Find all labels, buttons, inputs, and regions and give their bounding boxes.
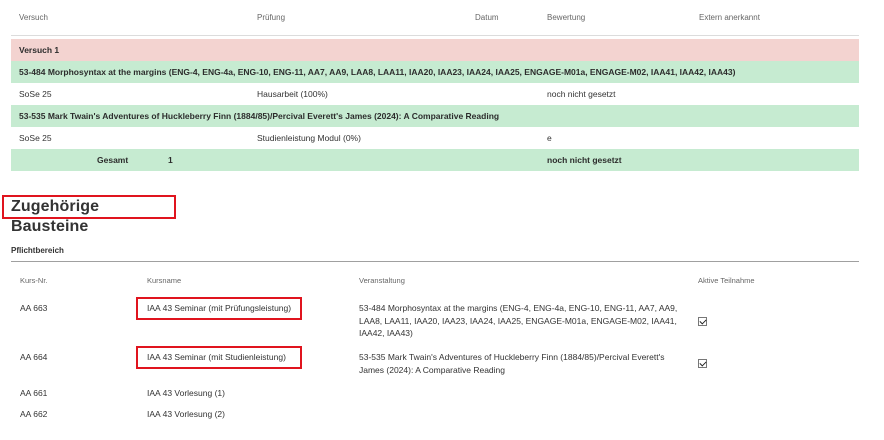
header-versuch: Versuch <box>19 13 48 22</box>
header-datum: Datum <box>475 13 499 22</box>
exam-type: Studienleistung Modul (0%) <box>257 133 361 143</box>
header-bewertung: Bewertung <box>547 13 586 22</box>
exam-grade: noch nicht gesetzt <box>547 89 616 99</box>
exam-grade: e <box>547 133 552 143</box>
exam-semester: SoSe 25 <box>19 133 52 143</box>
course-name[interactable]: IAA 43 Vorlesung (2) <box>147 408 225 421</box>
total-label: Gesamt <box>97 155 129 165</box>
header-kursnr: Kurs-Nr. <box>20 276 48 285</box>
grades-table: Versuch Prüfung Datum Bewertung Extern a… <box>11 0 859 171</box>
exam-type: Hausarbeit (100%) <box>257 89 328 99</box>
course-veranstaltung[interactable]: 53-484 Morphosyntax at the margins (ENG-… <box>359 302 689 340</box>
attempt-label: Versuch 1 <box>19 45 60 55</box>
course-name[interactable]: IAA 43 Seminar (mit Prüfungsleistung) <box>147 302 291 315</box>
module-title-row: 53-484 Morphosyntax at the margins (ENG-… <box>11 61 859 83</box>
aktive-teilnahme-checkbox[interactable] <box>698 317 707 326</box>
area-divider <box>11 261 859 262</box>
exam-semester: SoSe 25 <box>19 89 52 99</box>
header-pruefung: Prüfung <box>257 13 286 22</box>
course-nr: AA 661 <box>20 388 48 398</box>
header-kursname: Kursname <box>147 276 182 285</box>
course-veranstaltung[interactable]: 53-535 Mark Twain's Adventures of Huckle… <box>359 351 677 376</box>
course-name[interactable]: IAA 43 Vorlesung (1) <box>147 387 225 400</box>
total-row: Gesamt 1 noch nicht gesetzt <box>11 149 859 171</box>
total-grade: noch nicht gesetzt <box>547 155 622 165</box>
header-aktiv: Aktive Teilnahme <box>698 276 755 285</box>
course-nr: AA 664 <box>20 352 48 362</box>
exam-row: SoSe 25 Hausarbeit (100%) noch nicht ges… <box>11 83 859 105</box>
attempt-row: Versuch 1 <box>11 39 859 61</box>
course-name[interactable]: IAA 43 Seminar (mit Studienleistung) <box>147 351 286 364</box>
module-title-row: 53-535 Mark Twain's Adventures of Huckle… <box>11 105 859 127</box>
total-attempt: 1 <box>168 155 173 165</box>
aktive-teilnahme-checkbox[interactable] <box>698 359 707 368</box>
section-title: Zugehörige Bausteine <box>2 195 176 235</box>
header-veranstaltung: Veranstaltung <box>359 276 405 285</box>
course-nr: AA 662 <box>20 409 48 419</box>
header-extern: Extern anerkannt <box>699 13 760 22</box>
module-title: 53-535 Mark Twain's Adventures of Huckle… <box>19 111 500 121</box>
module-title: 53-484 Morphosyntax at the margins (ENG-… <box>19 67 736 77</box>
area-label: Pflichtbereich <box>11 246 64 255</box>
exam-row: SoSe 25 Studienleistung Modul (0%) e <box>11 127 859 149</box>
grades-table-header: Versuch Prüfung Datum Bewertung Extern a… <box>11 0 859 36</box>
course-nr: AA 663 <box>20 303 48 313</box>
